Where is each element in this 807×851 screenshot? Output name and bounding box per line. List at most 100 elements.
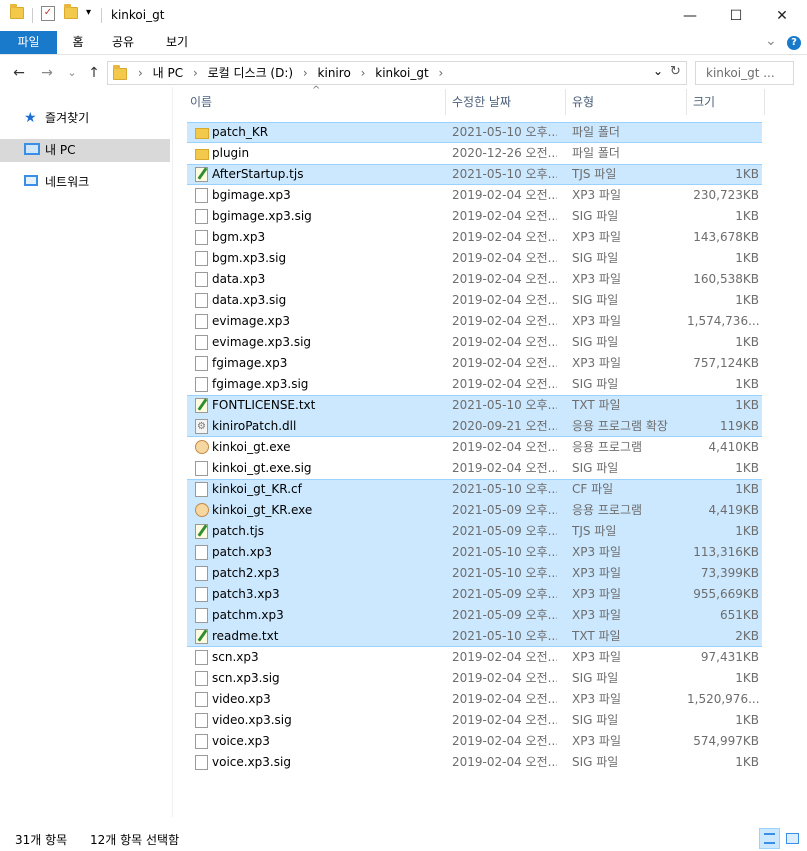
file-list: ^ 이름 수정한 날짜 유형 크기 patch_KR 2021-05-10 오후.…: [184, 85, 804, 817]
file-row[interactable]: bgm.xp3.sig 2019-02-04 오전... SIG 파일 1KB: [187, 248, 762, 269]
file-date: 2021-05-10 오후...: [452, 545, 557, 559]
file-row[interactable]: patch.tjs 2021-05-09 오후... TJS 파일 1KB: [187, 521, 762, 542]
computer-icon: [24, 143, 40, 155]
file-row[interactable]: data.xp3.sig 2019-02-04 오전... SIG 파일 1KB: [187, 290, 762, 311]
file-icon: [195, 251, 208, 266]
file-size: 1,520,976...: [687, 692, 759, 706]
breadcrumb-item[interactable]: 내 PC: [153, 66, 183, 80]
file-row[interactable]: AfterStartup.tjs 2021-05-10 오후... TJS 파일 1K…: [187, 164, 762, 185]
expand-ribbon-icon[interactable]: ⌄: [765, 33, 777, 49]
file-type: 파일 폴더: [572, 125, 620, 139]
nav-item-this-pc[interactable]: 내 PC: [0, 139, 170, 162]
file-row[interactable]: kinkoi_gt.exe.sig 2019-02-04 오전... SIG 파일 1…: [187, 458, 762, 479]
column-header-type[interactable]: 유형: [566, 87, 686, 117]
file-size: 1KB: [735, 293, 759, 307]
maximize-button[interactable]: ☐: [713, 0, 759, 31]
file-row[interactable]: video.xp3 2019-02-04 오전... XP3 파일 1,520,976…: [187, 689, 762, 710]
new-folder-icon[interactable]: [64, 4, 78, 24]
file-type: SIG 파일: [572, 377, 619, 391]
file-name: bgm.xp3.sig: [212, 251, 287, 265]
divider: [101, 8, 102, 23]
file-row[interactable]: bgimage.xp3 2019-02-04 오전... XP3 파일 230,723…: [187, 185, 762, 206]
file-icon: [195, 377, 208, 392]
file-row[interactable]: fgimage.xp3.sig 2019-02-04 오전... SIG 파일 1KB: [187, 374, 762, 395]
file-row[interactable]: bgimage.xp3.sig 2019-02-04 오전... SIG 파일 1KB: [187, 206, 762, 227]
file-size: 1KB: [735, 335, 759, 349]
recent-locations-button[interactable]: ⌄: [63, 63, 81, 83]
file-type: TJS 파일: [572, 524, 617, 538]
close-button[interactable]: ✕: [759, 0, 805, 31]
file-date: 2019-02-04 오전...: [452, 272, 557, 286]
breadcrumb-item[interactable]: 로컬 디스크 (D:): [208, 66, 293, 80]
file-row[interactable]: voice.xp3 2019-02-04 오전... XP3 파일 574,997KB: [187, 731, 762, 752]
customize-toolbar-icon[interactable]: ▾: [86, 7, 91, 24]
nav-item-label: 내 PC: [45, 143, 76, 157]
refresh-button[interactable]: ↻: [670, 64, 681, 79]
large-icons-view-button[interactable]: [782, 828, 803, 849]
file-date: 2019-02-04 오전...: [452, 755, 557, 769]
file-row[interactable]: video.xp3.sig 2019-02-04 오전... SIG 파일 1KB: [187, 710, 762, 731]
file-date: 2021-05-10 오후...: [452, 482, 557, 496]
file-row[interactable]: scn.xp3 2019-02-04 오전... XP3 파일 97,431KB: [187, 647, 762, 668]
address-field[interactable]: › 내 PC › 로컬 디스크 (D:) › kiniro › kinkoi_g…: [107, 61, 687, 85]
file-size: 1KB: [735, 524, 759, 538]
forward-button[interactable]: →: [38, 63, 56, 83]
file-type: XP3 파일: [572, 314, 621, 328]
file-icon: [195, 209, 208, 224]
file-size: 143,678KB: [693, 230, 759, 244]
file-row[interactable]: data.xp3 2019-02-04 오전... XP3 파일 160,538KB: [187, 269, 762, 290]
file-row[interactable]: readme.txt 2021-05-10 오후... TXT 파일 2KB: [187, 626, 762, 647]
file-type: SIG 파일: [572, 293, 619, 307]
file-size: 97,431KB: [700, 650, 759, 664]
folder-icon: [195, 149, 209, 160]
file-type: XP3 파일: [572, 188, 621, 202]
file-row[interactable]: kinkoi_gt_KR.cf 2021-05-10 오후... CF 파일 1KB: [187, 479, 762, 500]
file-type: XP3 파일: [572, 587, 621, 601]
nav-item-favorites[interactable]: ★ 즐겨찾기: [0, 107, 170, 130]
file-row[interactable]: patchm.xp3 2021-05-09 오후... XP3 파일 651KB: [187, 605, 762, 626]
file-name: kinkoi_gt.exe: [212, 440, 291, 454]
properties-icon[interactable]: ✓: [41, 6, 55, 21]
tab-view[interactable]: 보기: [157, 31, 197, 54]
file-row[interactable]: kiniroPatch.dll 2020-09-21 오전... 응용 프로그램 확…: [187, 416, 762, 437]
tab-share[interactable]: 공유: [103, 31, 143, 54]
details-view-button[interactable]: [759, 828, 780, 849]
tab-home[interactable]: 홈: [60, 31, 96, 54]
breadcrumb-item[interactable]: kinkoi_gt: [375, 66, 428, 80]
file-row[interactable]: kinkoi_gt.exe 2019-02-04 오전... 응용 프로그램 4,41…: [187, 437, 762, 458]
column-header-date[interactable]: 수정한 날짜: [446, 87, 566, 117]
breadcrumb-item[interactable]: kiniro: [318, 66, 351, 80]
file-type: XP3 파일: [572, 230, 621, 244]
help-icon[interactable]: ?: [787, 36, 801, 50]
nav-item-network[interactable]: 네트워크: [0, 171, 170, 194]
file-row[interactable]: voice.xp3.sig 2019-02-04 오전... SIG 파일 1KB: [187, 752, 762, 773]
file-row[interactable]: scn.xp3.sig 2019-02-04 오전... SIG 파일 1KB: [187, 668, 762, 689]
address-dropdown-button[interactable]: ⌄: [653, 64, 663, 78]
file-row[interactable]: evimage.xp3 2019-02-04 오전... XP3 파일 1,574,7…: [187, 311, 762, 332]
script-file-icon: [195, 398, 208, 413]
file-row[interactable]: patch_KR 2021-05-10 오후... 파일 폴더: [187, 122, 762, 143]
file-row[interactable]: plugin 2020-12-26 오전... 파일 폴더: [187, 143, 762, 164]
column-header-name[interactable]: 이름: [184, 87, 444, 117]
file-size: 1KB: [735, 671, 759, 685]
file-row[interactable]: evimage.xp3.sig 2019-02-04 오전... SIG 파일 1KB: [187, 332, 762, 353]
minimize-button[interactable]: —: [667, 0, 713, 31]
file-row[interactable]: kinkoi_gt_KR.exe 2021-05-09 오후... 응용 프로그램 4…: [187, 500, 762, 521]
file-row[interactable]: patch2.xp3 2021-05-10 오후... XP3 파일 73,399KB: [187, 563, 762, 584]
file-size: 113,316KB: [693, 545, 759, 559]
file-row[interactable]: fgimage.xp3 2019-02-04 오전... XP3 파일 757,124…: [187, 353, 762, 374]
file-name: evimage.xp3: [212, 314, 291, 328]
tab-file[interactable]: 파일: [0, 31, 57, 54]
file-row[interactable]: patch.xp3 2021-05-10 오후... XP3 파일 113,316KB: [187, 542, 762, 563]
column-divider[interactable]: [764, 89, 765, 115]
breadcrumb-separator: ›: [438, 66, 444, 80]
column-header-size[interactable]: 크기: [687, 87, 763, 117]
file-row[interactable]: bgm.xp3 2019-02-04 오전... XP3 파일 143,678KB: [187, 227, 762, 248]
file-icon: [195, 482, 208, 497]
file-row[interactable]: patch3.xp3 2021-05-09 오후... XP3 파일 955,669K…: [187, 584, 762, 605]
file-row[interactable]: FONTLICENSE.txt 2021-05-10 오후... TXT 파일 1KB: [187, 395, 762, 416]
up-button[interactable]: ↑: [85, 63, 103, 83]
file-name: voice.xp3.sig: [212, 755, 291, 769]
back-button[interactable]: ←: [10, 63, 28, 83]
search-input[interactable]: kinkoi_gt ...: [695, 61, 794, 85]
